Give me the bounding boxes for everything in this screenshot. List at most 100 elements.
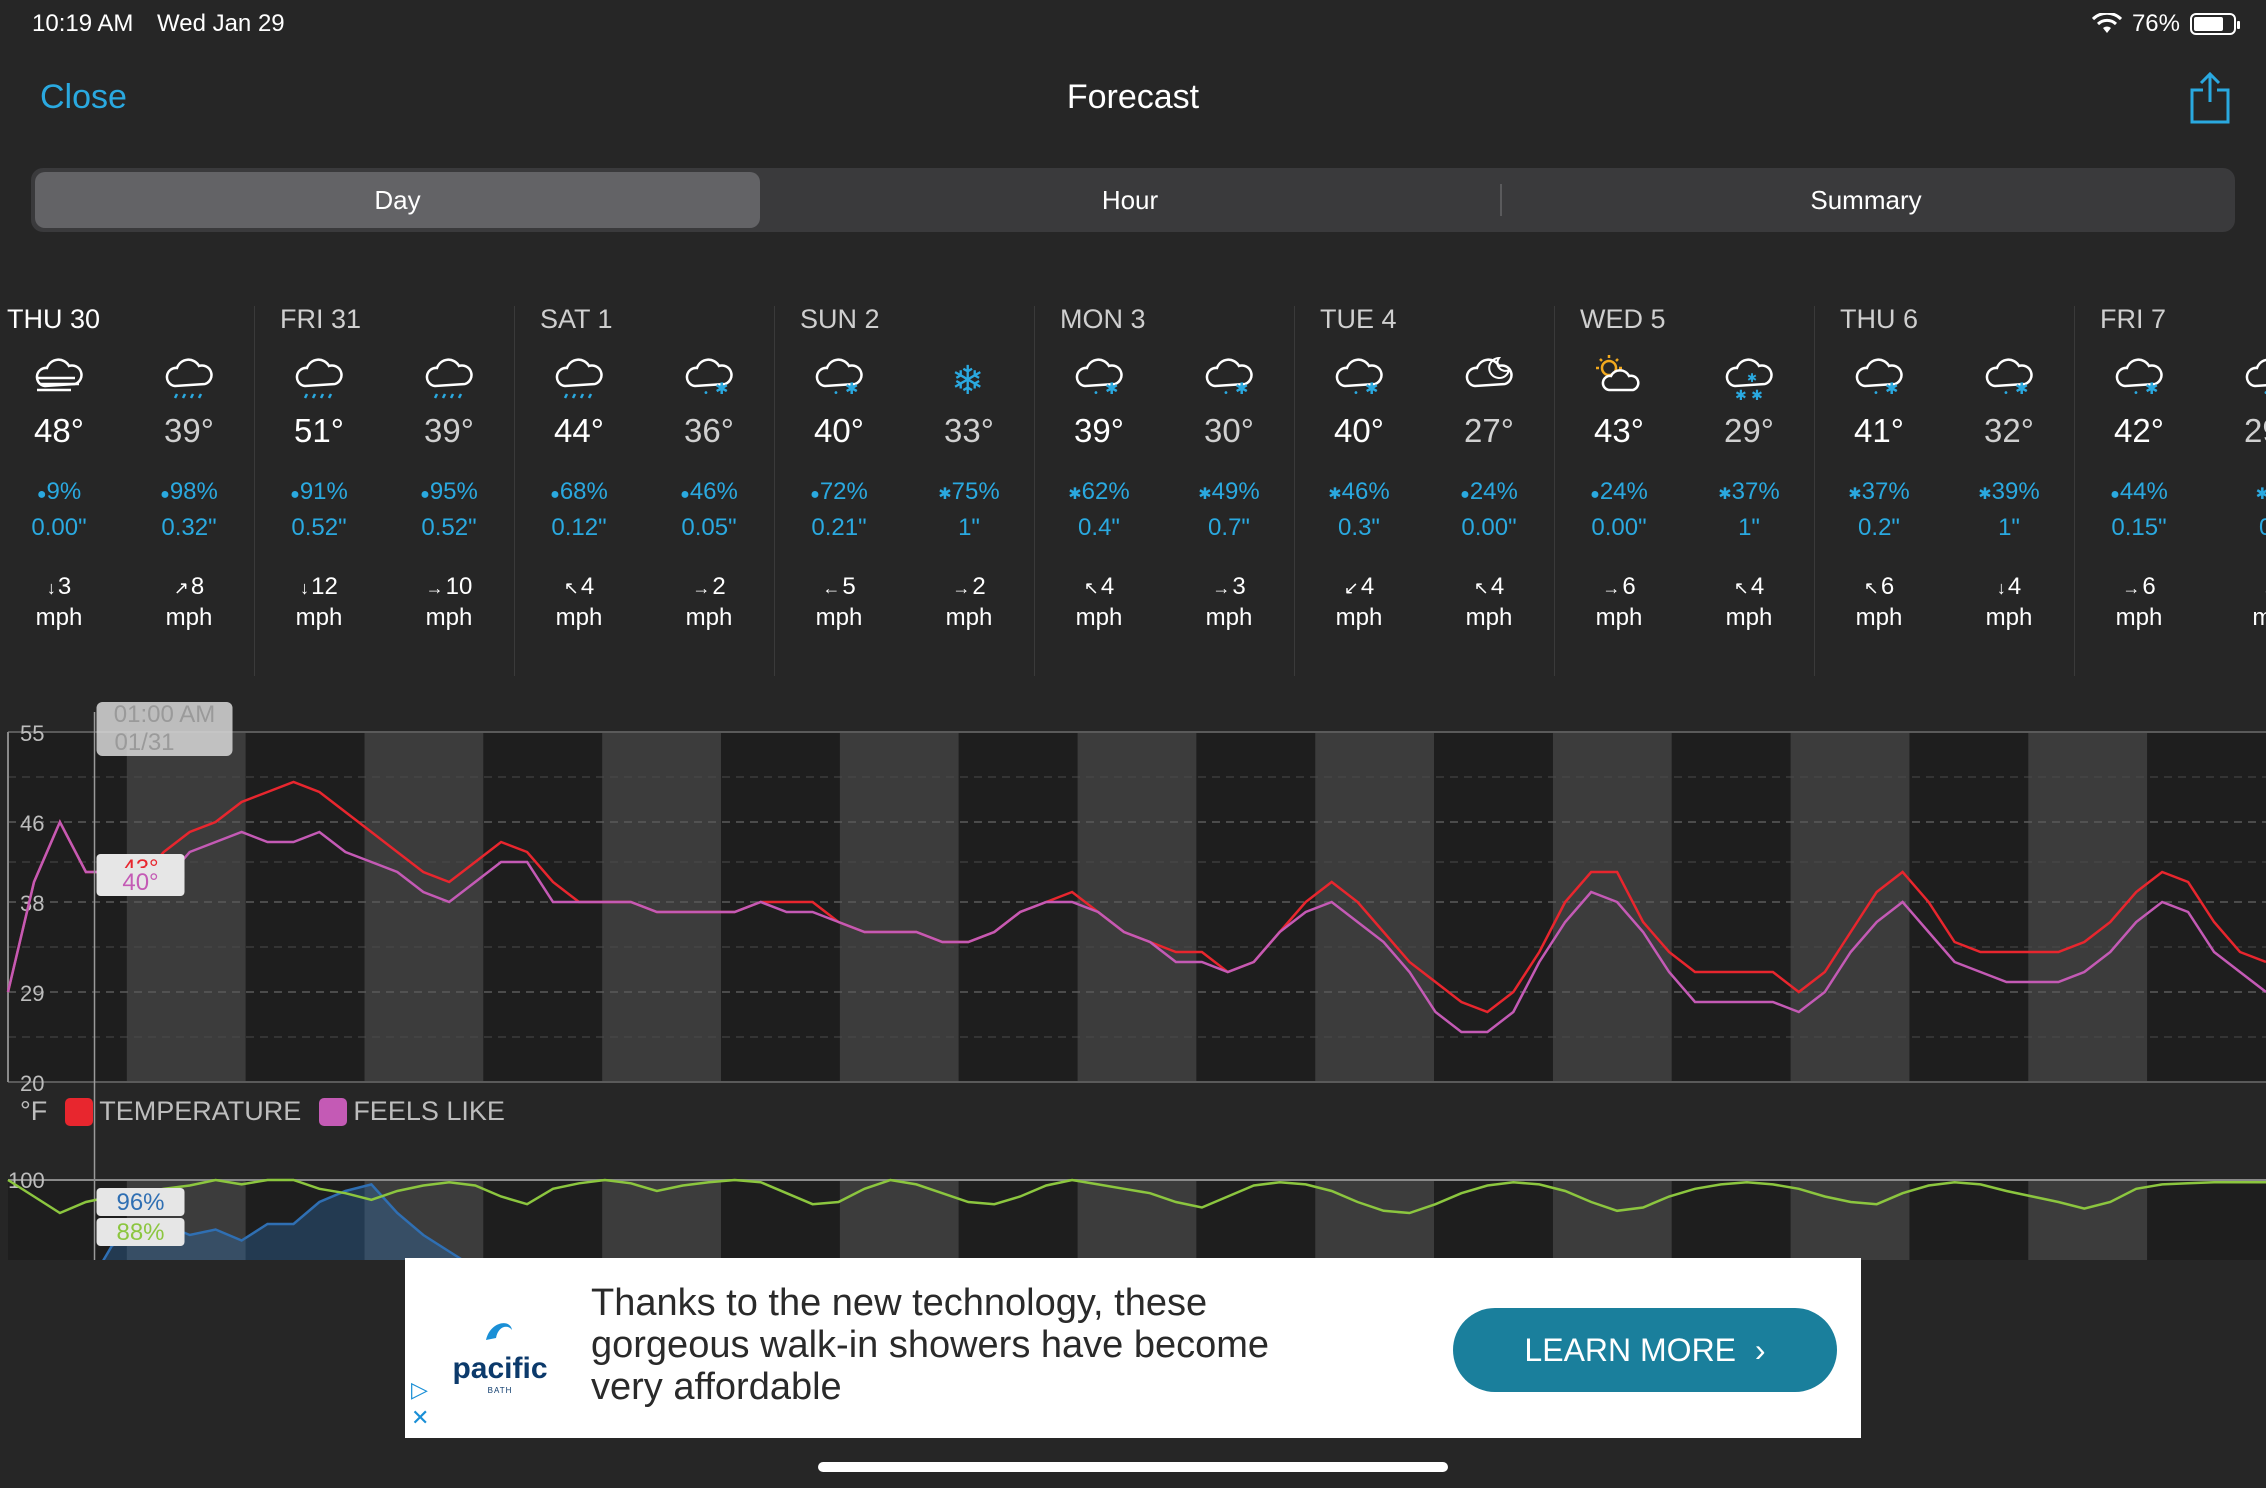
close-icon[interactable]: ✕ xyxy=(411,1404,429,1432)
day-divider xyxy=(1034,306,1035,676)
wind-unit: mph xyxy=(295,604,343,631)
precip-chance-value: 24% xyxy=(1599,478,1648,505)
day-column[interactable]: THU 30 48° ●9% 0.00" ↓3 mph 39° ●98% 0.32" ↗8 mph xyxy=(0,288,254,688)
rain-icon xyxy=(259,350,379,406)
learn-more-button[interactable]: LEARN MORE › xyxy=(1453,1308,1837,1392)
tab-day[interactable]: Day xyxy=(35,172,760,228)
tab-hour[interactable]: Hour xyxy=(766,172,1494,228)
svg-text:•: • xyxy=(2133,388,2139,399)
day-column[interactable]: FRI 7✱•42°●44%0.15"→6mph✱•29°✱40.↓mp xyxy=(2074,288,2266,688)
svg-text:✱: ✱ xyxy=(715,379,728,398)
forecast-chart[interactable]: 554638292001:00 AM01/3143°40°10096%88% xyxy=(0,700,2266,1260)
wind: ↓12 mph xyxy=(259,572,379,633)
snow-cloud-icon: ✱• xyxy=(779,350,899,406)
day-forecast-cell: 44° ●68% 0.12" ↖4 mph xyxy=(519,350,639,633)
wind-direction-icon: ↓ xyxy=(300,578,310,598)
snow-cloud-icon: ✱• xyxy=(1819,350,1939,406)
wind-speed: 12 xyxy=(311,573,338,600)
day-name: FRI 7 xyxy=(2100,304,2167,334)
snowflake-small-icon: ✱ xyxy=(938,486,952,503)
day-column[interactable]: SUN 2 ✱ • 40° ●72% 0.21" ←5 mph ❄ 33° ✱75% 1" →2 mph xyxy=(774,288,1034,688)
day-column[interactable]: TUE 4 ✱ • 40° ✱46% 0.3" ↙4 mph 27° ●24% 0.00" ↖4 mph xyxy=(1294,288,1554,688)
unit-label: °F xyxy=(20,1096,48,1126)
day-divider xyxy=(514,306,515,676)
precip-chance: ✱37% xyxy=(1819,478,1939,506)
wind-direction-icon: ↖ xyxy=(1083,578,1099,598)
wind-direction-icon: → xyxy=(1602,578,1621,598)
ad-controls[interactable]: ▷ ✕ xyxy=(411,1376,429,1432)
day-name: FRI 31 xyxy=(280,304,362,334)
precip-amount: 0.00" xyxy=(1591,514,1647,541)
day-name: THU 30 xyxy=(7,304,101,334)
wind-direction-icon: ↖ xyxy=(1863,578,1879,598)
wind-speed: 6 xyxy=(1622,573,1636,600)
precip-chance: ●24% xyxy=(1559,478,1679,506)
partly-sunny-icon xyxy=(1559,350,1679,406)
precip-chance-value: 72% xyxy=(819,478,868,505)
wind-direction-icon: → xyxy=(1212,578,1231,598)
share-icon[interactable] xyxy=(2188,72,2232,124)
day-column[interactable]: SAT 1 44° ●68% 0.12" ↖4 mph ✱ • 36° ●46% 0.05" →2 mp… xyxy=(514,288,774,688)
ad-banner[interactable]: pacific BATH Thanks to the new technolog… xyxy=(405,1258,1861,1438)
low-temp: 39° xyxy=(424,412,474,449)
snow-cloud-icon: ✱• xyxy=(1169,350,1289,406)
day-column[interactable]: MON 3 ✱ • 39° ✱62% 0.4" ↖4 mph ✱ • 30° ✱49% 0.7" →3 mp… xyxy=(1034,288,1294,688)
precip-chance: ✱39% xyxy=(1949,478,2069,506)
precip-chance: ●9% xyxy=(0,478,119,506)
wind-unit: mph xyxy=(1465,604,1513,631)
rain-drop-icon: ● xyxy=(2110,486,2120,503)
snow-cloud-icon: ✱• xyxy=(649,350,769,406)
svg-text:•: • xyxy=(703,388,709,399)
day-divider xyxy=(1294,306,1295,676)
day-column[interactable]: THU 6 ✱ • 41° ✱37% 0.2" ↖6 mph ✱ • 32° ✱39% 1" ↓4 mph xyxy=(1814,288,2074,688)
precip-chance: ✱75% xyxy=(909,478,1029,506)
wind-speed: 3 xyxy=(57,573,72,600)
tooltip-date: 01/31 xyxy=(114,729,174,756)
chart-band xyxy=(1077,732,1197,1082)
wind: ↖4 mph xyxy=(519,572,639,633)
humidity-chart-band xyxy=(602,1180,722,1260)
day-divider xyxy=(1814,306,1815,676)
wind-unit: mph xyxy=(1075,604,1123,631)
chart-band xyxy=(1434,732,1553,1082)
rain-drop-icon: ● xyxy=(550,486,560,503)
tooltip-time: 01:00 AM xyxy=(114,701,215,728)
precip-chance: ●95% xyxy=(389,478,509,506)
wind-unit: mp xyxy=(2252,604,2266,631)
wind-unit: mph xyxy=(165,604,213,631)
precip-chance-value: 37% xyxy=(1861,478,1910,505)
day-divider xyxy=(1554,306,1555,676)
svg-text:✱: ✱ xyxy=(1365,379,1378,398)
night-forecast-cell: 39° ●98% 0.32" ↗8 mph xyxy=(129,350,249,633)
day-column[interactable]: WED 5 43° ●24% 0.00" →6 mph ✱ ✱ ✱ 29° ✱37% 1" ↖4 mph xyxy=(1554,288,1814,688)
wind-speed: 6 xyxy=(1880,573,1895,600)
svg-text:✱: ✱ xyxy=(1885,379,1898,398)
low-temp: 39° xyxy=(164,412,214,449)
day-forecast-cell: 43° ●24% 0.00" →6 mph xyxy=(1559,350,1679,633)
precip-chance-value: 46% xyxy=(689,478,738,505)
wind-direction-icon: ↗ xyxy=(173,578,189,598)
low-temp: 32° xyxy=(1984,412,2034,449)
snowflake-small-icon: ✱ xyxy=(1978,486,1992,503)
tab-summary[interactable]: Summary xyxy=(1502,172,2230,228)
night-forecast-cell: ❄ 33° ✱75% 1" →2 mph xyxy=(909,350,1029,633)
chart-band xyxy=(1909,732,2029,1082)
svg-text:•: • xyxy=(1873,388,1879,399)
adchoices-icon[interactable]: ▷ xyxy=(411,1376,429,1404)
precip-chance: ●46% xyxy=(649,478,769,506)
ad-logo: pacific BATH xyxy=(445,1316,555,1395)
rain-drop-icon: ● xyxy=(1590,486,1600,503)
snow-cloud-icon: ✱• xyxy=(2079,350,2199,406)
wind-unit: mph xyxy=(685,604,733,631)
wind: →10 mph xyxy=(389,572,509,633)
day-column[interactable]: FRI 31 51° ●91% 0.52" ↓12 mph 39° ●95% 0.52" →10 m… xyxy=(254,288,514,688)
wind-direction-icon: ↖ xyxy=(563,578,579,598)
tooltip-precip-chance: 96% xyxy=(116,1189,164,1216)
chart-band xyxy=(839,732,959,1082)
y-tick-label: 29 xyxy=(20,981,44,1006)
high-temp: 40° xyxy=(814,412,864,449)
day-name: SAT 1 xyxy=(540,304,613,334)
precip-amount: 0.15" xyxy=(2111,514,2167,541)
precip-chance-value: 68% xyxy=(559,478,608,505)
chart-band xyxy=(721,732,840,1082)
